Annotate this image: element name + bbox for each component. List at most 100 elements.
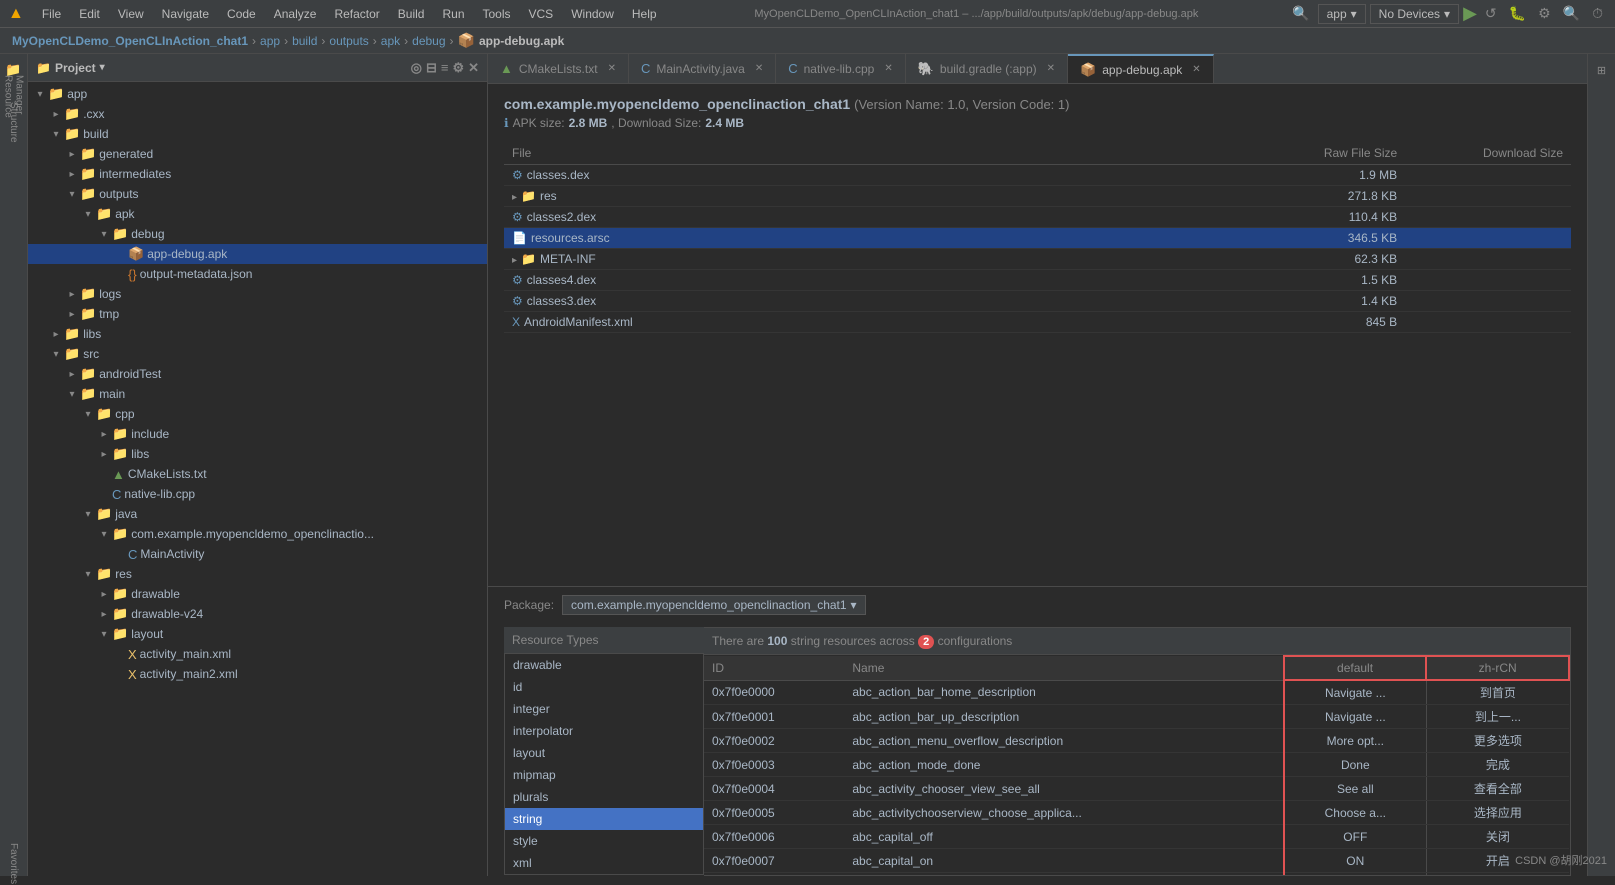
resource-row[interactable]: 0x7f0e0007abc_capital_onON开启 <box>704 849 1569 873</box>
menu-edit[interactable]: Edit <box>71 5 108 23</box>
project-dropdown-arrow[interactable]: ▾ <box>100 62 105 73</box>
menu-vcs[interactable]: VCS <box>521 5 562 23</box>
tree-item[interactable]: Xactivity_main.xml <box>28 644 487 664</box>
cmake-tab-close[interactable]: ✕ <box>608 63 616 74</box>
nativelib-tab-close[interactable]: ✕ <box>884 63 892 74</box>
device-selector[interactable]: app ▾ <box>1318 4 1366 24</box>
tree-item[interactable]: Cnative-lib.cpp <box>28 484 487 504</box>
locate-icon[interactable]: ◎ <box>411 60 422 76</box>
resource-type-item[interactable]: plurals <box>505 786 703 808</box>
resource-row[interactable]: 0x7f0e0000abc_action_bar_home_descriptio… <box>704 680 1569 705</box>
run-button[interactable]: ▶ <box>1463 3 1477 24</box>
resource-row[interactable]: 0x7f0e0001abc_action_bar_up_descriptionN… <box>704 705 1569 729</box>
tree-item[interactable]: ▾📁java <box>28 504 487 524</box>
debug-icon[interactable]: 🐛 <box>1505 3 1530 24</box>
tree-item[interactable]: ▾📁apk <box>28 204 487 224</box>
bc-outputs[interactable]: outputs <box>329 34 368 48</box>
table-row[interactable]: ▸📁res271.8 KB <box>504 186 1571 207</box>
table-row[interactable]: ▸📁META-INF62.3 KB <box>504 249 1571 270</box>
favorites-icon[interactable]: Favorites <box>6 852 21 876</box>
table-row[interactable]: XAndroidManifest.xml845 B <box>504 312 1571 333</box>
menu-analyze[interactable]: Analyze <box>266 5 325 23</box>
menu-help[interactable]: Help <box>624 5 665 23</box>
table-row[interactable]: ⚙classes.dex1.9 MB <box>504 165 1571 186</box>
tree-item[interactable]: ▸📁androidTest <box>28 364 487 384</box>
tree-item[interactable]: ▾📁outputs <box>28 184 487 204</box>
bc-app[interactable]: app <box>260 34 280 48</box>
recent-icon[interactable]: ⏱ <box>1588 3 1607 24</box>
filter-icon[interactable]: ≡ <box>441 60 449 76</box>
resource-type-item[interactable]: string <box>505 808 703 830</box>
settings-icon[interactable]: ⚙ <box>1534 3 1555 24</box>
structure-icon[interactable]: Structure <box>6 110 21 134</box>
resource-type-item[interactable]: xml <box>505 852 703 874</box>
table-row[interactable]: ⚙classes4.dex1.5 KB <box>504 270 1571 291</box>
menu-window[interactable]: Window <box>563 5 622 23</box>
tree-item[interactable]: ▾📁res <box>28 564 487 584</box>
resource-type-item[interactable]: id <box>505 676 703 698</box>
panel-close-icon[interactable]: ✕ <box>468 60 479 76</box>
tree-item[interactable]: ▸📁generated <box>28 144 487 164</box>
resource-row[interactable]: 0x7f0e0004abc_activity_chooser_view_see_… <box>704 777 1569 801</box>
tree-item[interactable]: ▸📁drawable <box>28 584 487 604</box>
collapse-icon[interactable]: ⊟ <box>426 60 437 76</box>
bc-debug[interactable]: debug <box>412 34 445 48</box>
tab-gradle[interactable]: 🐘 build.gradle (:app) ✕ <box>906 54 1068 83</box>
tree-item[interactable]: ▾📁main <box>28 384 487 404</box>
tree-item[interactable]: ▾📁debug <box>28 224 487 244</box>
rerun-icon[interactable]: ↺ <box>1481 3 1501 24</box>
tree-item[interactable]: ▾📁com.example.myopencldemo_openclinactio… <box>28 524 487 544</box>
apkdebug-tab-close[interactable]: ✕ <box>1192 64 1200 75</box>
resource-type-item[interactable]: layout <box>505 742 703 764</box>
resource-type-item[interactable]: interpolator <box>505 720 703 742</box>
menu-tools[interactable]: Tools <box>475 5 519 23</box>
bc-build[interactable]: build <box>292 34 317 48</box>
menu-navigate[interactable]: Navigate <box>154 5 217 23</box>
tree-item[interactable]: ▸📁.cxx <box>28 104 487 124</box>
resource-row[interactable]: 0x7f0e0002abc_action_menu_overflow_descr… <box>704 729 1569 753</box>
tree-item[interactable]: ▲CMakeLists.txt <box>28 464 487 484</box>
tree-item[interactable]: ▸📁logs <box>28 284 487 304</box>
tab-nativelib[interactable]: C native-lib.cpp ✕ <box>776 54 906 83</box>
search-icon[interactable]: 🔍 <box>1288 3 1313 24</box>
resource-type-item[interactable]: integer <box>505 698 703 720</box>
menu-build[interactable]: Build <box>390 5 433 23</box>
resource-type-item[interactable]: style <box>505 830 703 852</box>
table-row[interactable]: ⚙classes2.dex110.4 KB <box>504 207 1571 228</box>
gradle-tab-close[interactable]: ✕ <box>1047 63 1055 74</box>
terminal-icon[interactable]: ⊞ <box>1590 58 1614 82</box>
tree-item[interactable]: Xactivity_main2.xml <box>28 664 487 684</box>
tree-item[interactable]: ▸📁tmp <box>28 304 487 324</box>
resource-row[interactable]: 0x7f0e0003abc_action_mode_doneDone完成 <box>704 753 1569 777</box>
tree-item[interactable]: CMainActivity <box>28 544 487 564</box>
tree-item[interactable]: ▸📁intermediates <box>28 164 487 184</box>
tab-mainactivity[interactable]: C MainActivity.java ✕ <box>629 54 776 83</box>
tree-item[interactable]: ▸📁libs <box>28 324 487 344</box>
bc-file[interactable]: app-debug.apk <box>479 34 564 48</box>
tree-item[interactable]: ▾📁cpp <box>28 404 487 424</box>
package-dropdown[interactable]: com.example.myopencldemo_openclinaction_… <box>562 595 866 615</box>
tree-item[interactable]: ▸📁drawable-v24 <box>28 604 487 624</box>
resource-row[interactable]: 0x7f0e0008abc_menu_alt_shortcut_labelAlt… <box>704 873 1569 876</box>
resource-row[interactable]: 0x7f0e0005abc_activitychooserview_choose… <box>704 801 1569 825</box>
tab-cmake[interactable]: ▲ CMakeLists.txt ✕ <box>488 54 629 83</box>
menu-run[interactable]: Run <box>434 5 472 23</box>
tree-item[interactable]: ▸📁libs <box>28 444 487 464</box>
gear-icon[interactable]: ⚙ <box>452 60 464 76</box>
resource-type-item[interactable]: drawable <box>505 654 703 676</box>
search2-icon[interactable]: 🔍 <box>1559 3 1584 24</box>
menu-refactor[interactable]: Refactor <box>326 5 387 23</box>
no-devices-selector[interactable]: No Devices ▾ <box>1370 4 1459 24</box>
tree-item[interactable]: ▾📁layout <box>28 624 487 644</box>
tree-item[interactable]: {}output-metadata.json <box>28 264 487 284</box>
menu-file[interactable]: File <box>34 5 69 23</box>
tree-item[interactable]: ▾📁src <box>28 344 487 364</box>
tree-item[interactable]: ▾📁build <box>28 124 487 144</box>
bc-project[interactable]: MyOpenCLDemo_OpenCLInAction_chat1 <box>12 34 248 48</box>
tree-item[interactable]: 📦app-debug.apk <box>28 244 487 264</box>
menu-view[interactable]: View <box>110 5 152 23</box>
tree-item[interactable]: ▾📁app <box>28 84 487 104</box>
resource-row[interactable]: 0x7f0e0006abc_capital_offOFF关闭 <box>704 825 1569 849</box>
table-row[interactable]: 📄resources.arsc346.5 KB <box>504 228 1571 249</box>
tree-item[interactable]: ▸📁include <box>28 424 487 444</box>
